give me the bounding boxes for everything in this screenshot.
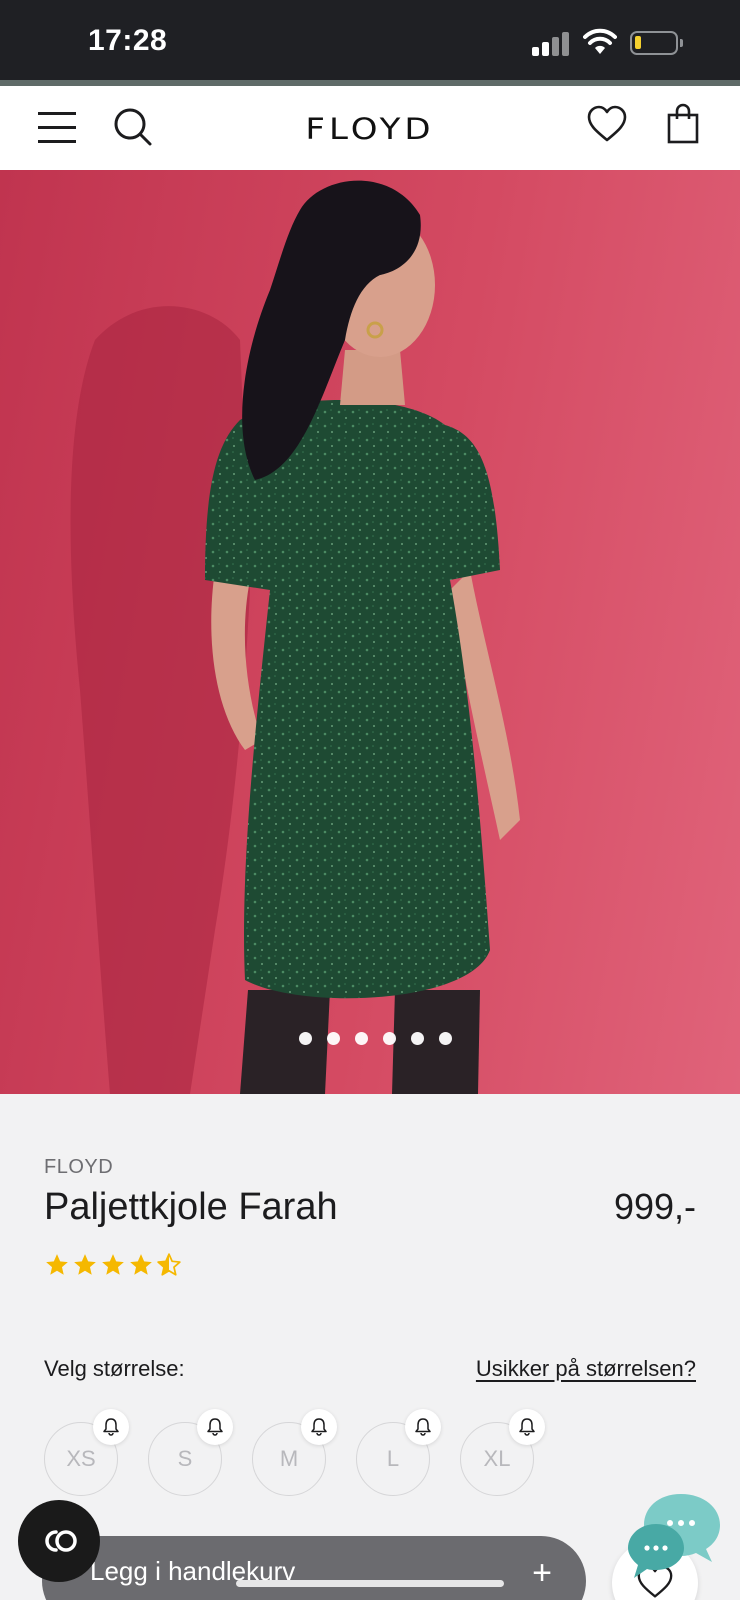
size-option-label: XL bbox=[483, 1446, 511, 1471]
size-option-l[interactable]: L bbox=[356, 1409, 441, 1496]
gallery-dot[interactable] bbox=[438, 1032, 452, 1045]
chat-icon[interactable] bbox=[626, 1490, 726, 1586]
size-option-m[interactable]: M bbox=[252, 1409, 337, 1496]
bell-icon[interactable] bbox=[405, 1409, 441, 1445]
size-option-s[interactable]: S bbox=[148, 1409, 233, 1496]
product-brand[interactable]: FLOYD bbox=[44, 1156, 113, 1179]
gallery-dot[interactable] bbox=[298, 1032, 312, 1045]
bell-icon[interactable] bbox=[93, 1409, 129, 1445]
rating-stars[interactable] bbox=[44, 1252, 182, 1278]
star-icon bbox=[74, 1254, 96, 1275]
heart-icon[interactable] bbox=[586, 104, 628, 144]
star-half-icon bbox=[157, 1253, 181, 1276]
star-icon bbox=[102, 1254, 124, 1275]
size-option-label: S bbox=[177, 1446, 193, 1471]
bell-icon[interactable] bbox=[509, 1409, 545, 1445]
brand-logo[interactable]: FLOYD bbox=[270, 113, 470, 147]
cellular-signal-icon bbox=[532, 30, 572, 56]
cookie-icon bbox=[45, 1530, 77, 1552]
gallery-dot[interactable] bbox=[410, 1032, 424, 1045]
wifi-icon bbox=[583, 28, 617, 54]
product-photo bbox=[70, 180, 520, 1094]
gallery-dot[interactable] bbox=[382, 1032, 396, 1045]
size-option-label: M bbox=[279, 1446, 299, 1471]
size-option-xl[interactable]: XL bbox=[460, 1409, 545, 1496]
product-title: Paljettkjole Farah bbox=[44, 1186, 338, 1228]
size-option-label: L bbox=[386, 1446, 400, 1471]
status-bar: 17:28 bbox=[0, 0, 740, 86]
size-option-xs[interactable]: XS bbox=[44, 1409, 129, 1496]
size-guide-link[interactable]: Usikker på størrelsen? bbox=[476, 1356, 696, 1382]
bell-icon[interactable] bbox=[197, 1409, 233, 1445]
status-time: 17:28 bbox=[88, 24, 168, 57]
search-icon[interactable] bbox=[112, 106, 154, 148]
bag-icon[interactable] bbox=[666, 102, 700, 144]
battery-icon bbox=[630, 31, 683, 55]
gallery-dot[interactable] bbox=[326, 1032, 340, 1045]
plus-icon: + bbox=[532, 1554, 552, 1592]
site-header: FLOYD bbox=[0, 86, 740, 170]
size-label: Velg størrelse: bbox=[44, 1356, 185, 1381]
gallery-pagination bbox=[0, 1032, 740, 1045]
size-option-label: XS bbox=[66, 1446, 96, 1471]
product-image[interactable] bbox=[0, 170, 740, 1094]
home-indicator bbox=[236, 1580, 504, 1587]
star-icon bbox=[46, 1254, 68, 1275]
bell-icon[interactable] bbox=[301, 1409, 337, 1445]
gallery-dot[interactable] bbox=[354, 1032, 368, 1045]
product-price: 999,- bbox=[613, 1186, 696, 1227]
product-page: 17:28 FLOYD FLOYD Paljettkjole Farah 999… bbox=[0, 0, 740, 1600]
cookie-consent-button[interactable] bbox=[18, 1500, 100, 1582]
add-to-cart-button[interactable]: Legg i handlekurv + bbox=[42, 1536, 586, 1600]
star-icon bbox=[130, 1254, 152, 1275]
menu-icon[interactable] bbox=[38, 110, 76, 144]
